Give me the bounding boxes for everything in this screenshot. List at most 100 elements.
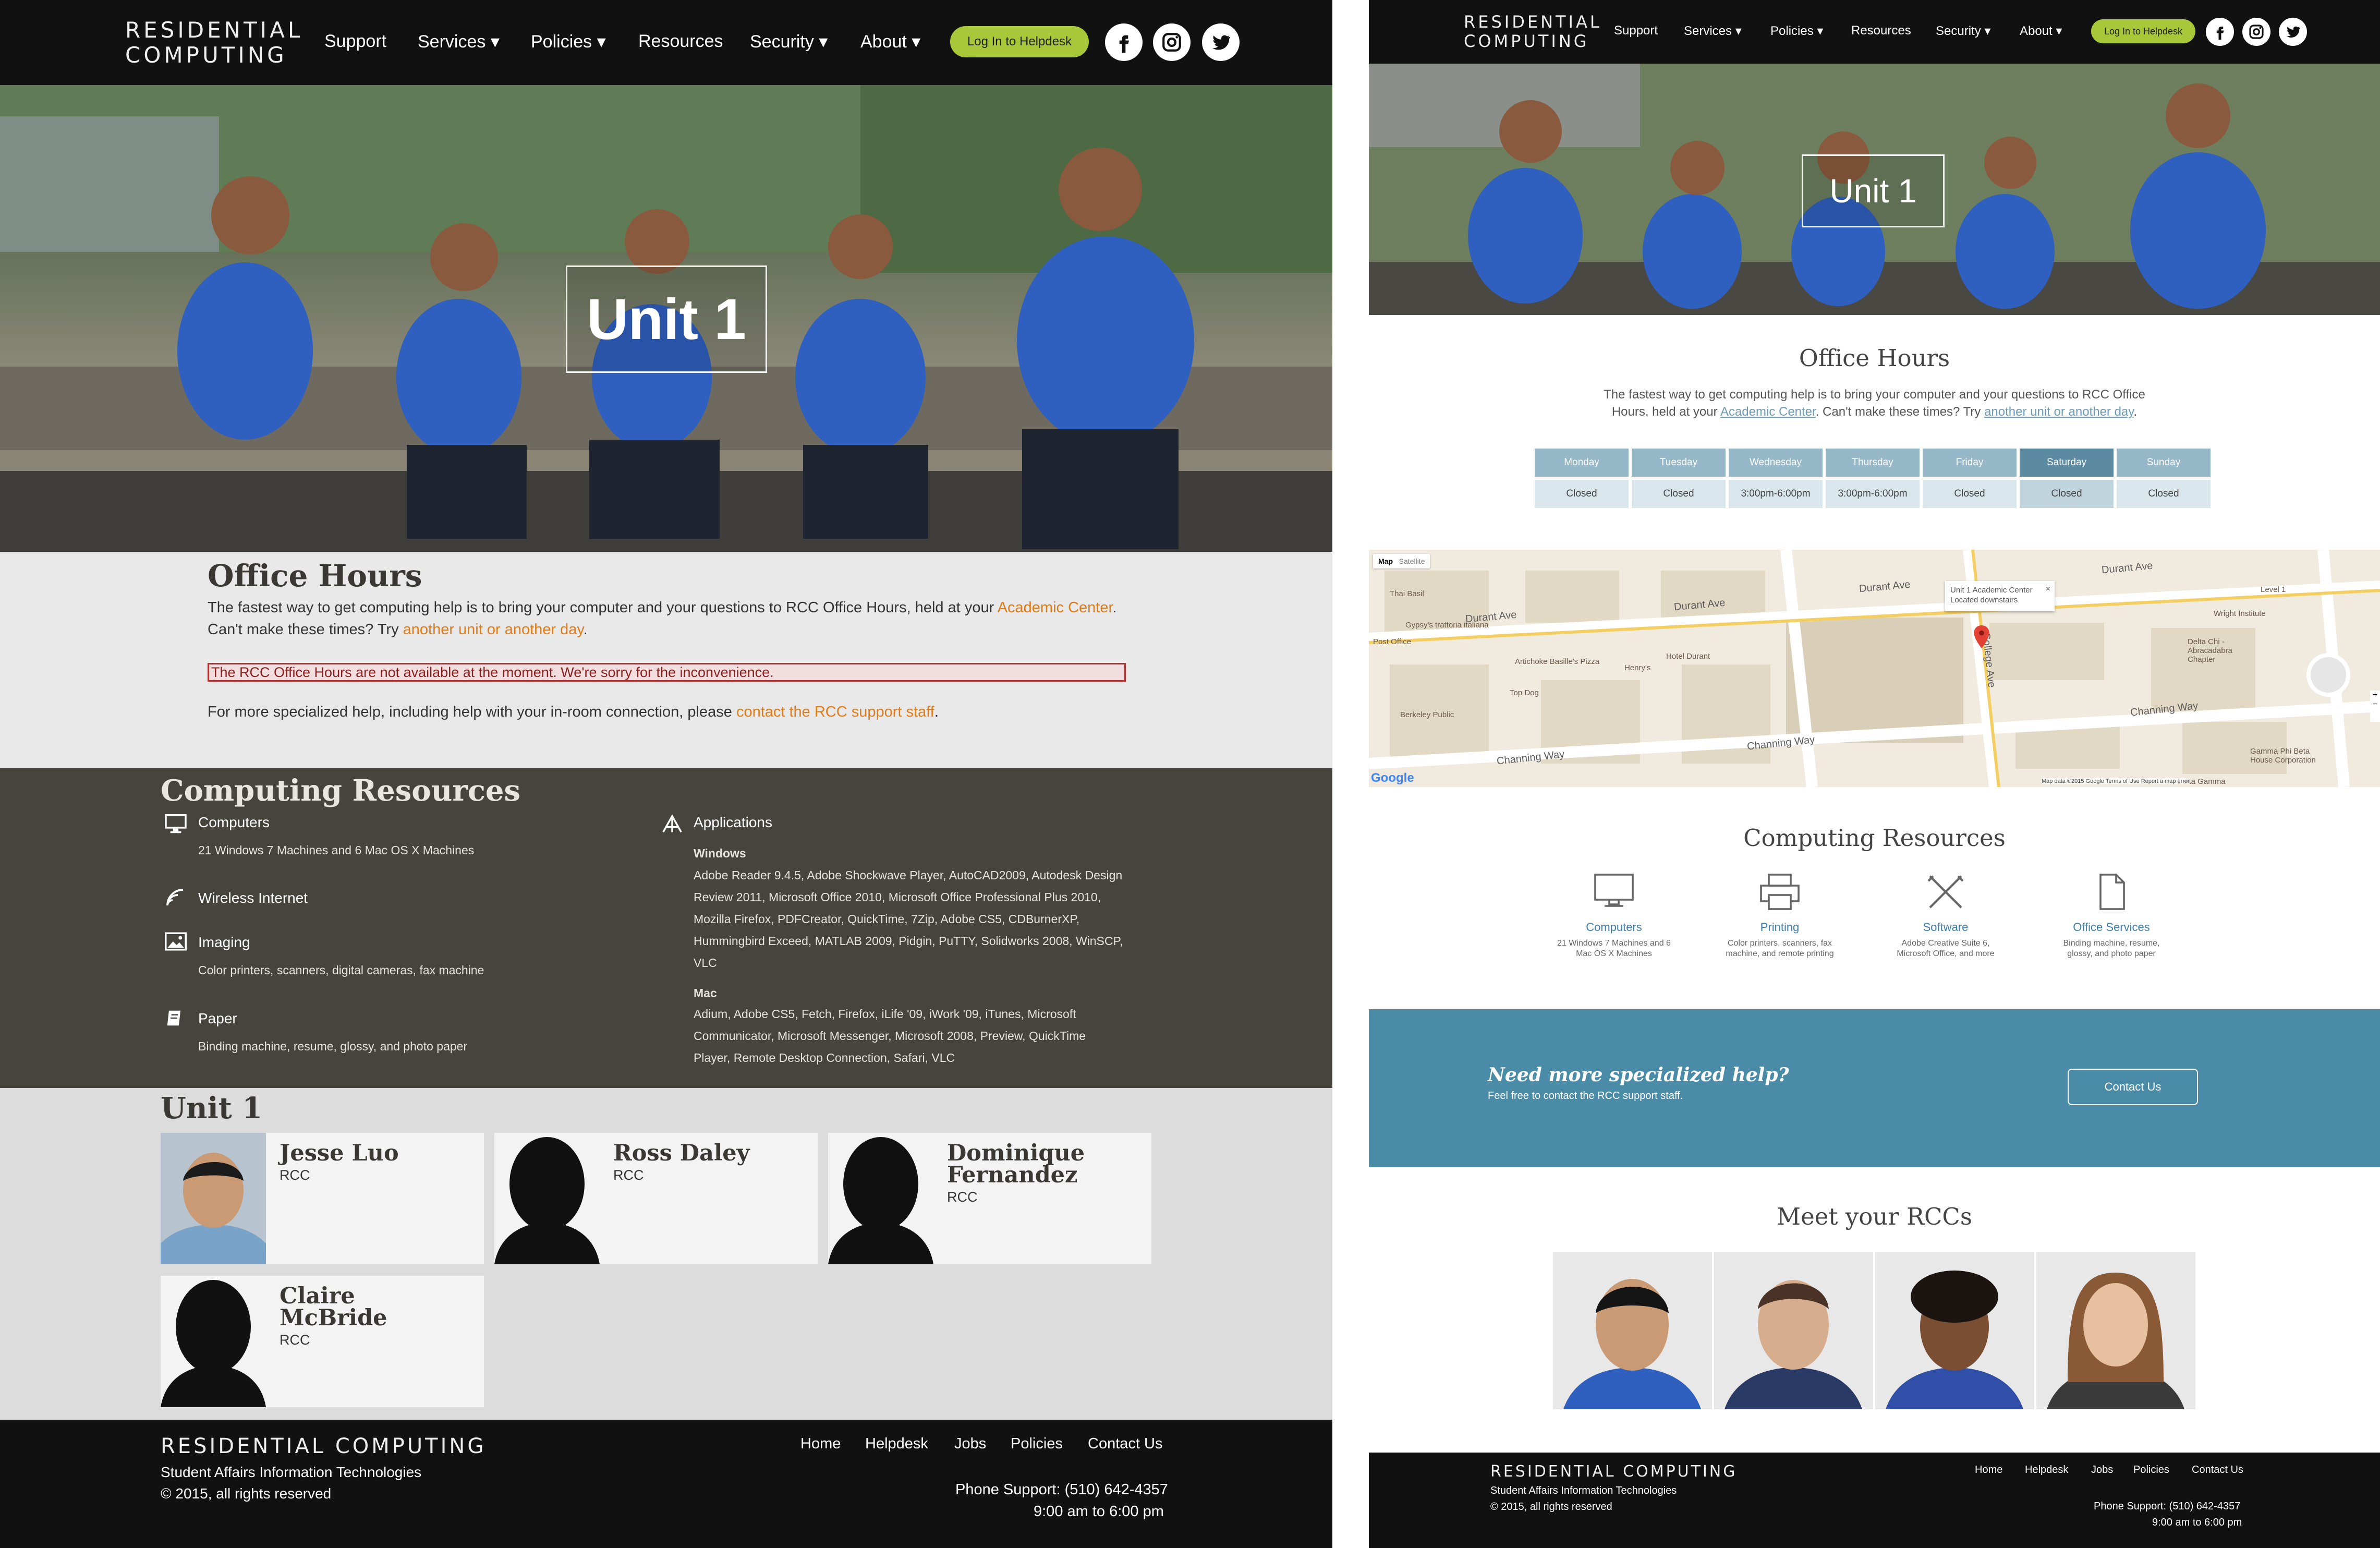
footer-logo[interactable]: RESIDENTIAL COMPUTING: [1490, 1462, 1738, 1481]
site-logo[interactable]: RESIDENTIAL COMPUTING: [1464, 13, 1602, 51]
staff-role: RCC: [280, 1167, 310, 1183]
footer-link-jobs[interactable]: Jobs: [954, 1435, 986, 1453]
mac-apps-list: Adium, Adobe CS5, Fetch, Firefox, iLife …: [694, 1007, 1086, 1065]
footer-link-contact[interactable]: Contact Us: [2192, 1464, 2243, 1476]
footer-link-contact[interactable]: Contact Us: [1088, 1435, 1162, 1453]
rcc-photo[interactable]: [1875, 1252, 2034, 1409]
nav-support[interactable]: Support: [324, 31, 386, 52]
hero-title: Unit 1: [1802, 154, 1945, 227]
close-icon[interactable]: ×: [2046, 584, 2050, 594]
staff-photo: [161, 1133, 266, 1264]
twitter-icon[interactable]: [2279, 18, 2307, 46]
staff-card[interactable]: Ross Daley RCC: [494, 1133, 818, 1264]
nav-about[interactable]: About ▾: [860, 31, 920, 52]
map-type-toggle[interactable]: Map Satellite: [1373, 554, 1430, 569]
footer-org: Student Affairs Information Technologies: [161, 1464, 422, 1480]
meet-rccs-heading: Meet your RCCs: [1777, 1203, 1972, 1230]
academic-center-link[interactable]: Academic Center: [1720, 405, 1816, 419]
day-hours: Closed: [1535, 480, 1629, 508]
day-header: Monday: [1535, 449, 1629, 477]
staff-card[interactable]: Dominique Fernandez RCC: [828, 1133, 1151, 1264]
footer-link-home[interactable]: Home: [800, 1435, 841, 1453]
staff-role: RCC: [280, 1332, 310, 1348]
footer-link-jobs[interactable]: Jobs: [2091, 1464, 2113, 1476]
resource-office-services[interactable]: Office Services Binding machine, resume,…: [2007, 873, 2216, 959]
map-info-window[interactable]: Unit 1 Academic Center Located downstairs…: [1945, 581, 2055, 611]
footer-link-policies[interactable]: Policies: [2133, 1464, 2169, 1476]
day-hours: Closed: [1632, 480, 1726, 508]
day-header: Wednesday: [1729, 449, 1823, 477]
nav-resources[interactable]: Resources: [1851, 23, 1911, 38]
location-map[interactable]: Map Satellite Durant Ave Durant Ave Dura…: [1369, 550, 2380, 787]
wireless-icon: [166, 889, 184, 906]
cta-subtitle: Feel free to contact the RCC support sta…: [1488, 1090, 1683, 1102]
day-header: Thursday: [1826, 449, 1920, 477]
google-logo: Google: [1371, 771, 1414, 785]
nav-about[interactable]: About ▾: [2020, 23, 2062, 39]
nav-support[interactable]: Support: [1614, 23, 1658, 38]
windows-apps-list: Adobe Reader 9.4.5, Adobe Shockwave Play…: [694, 868, 1123, 970]
monitor-icon: [165, 814, 187, 833]
footer-logo[interactable]: RESIDENTIAL COMPUTING: [161, 1434, 486, 1458]
computing-resources-section: Computing Resources Computers 21 Windows…: [0, 768, 1332, 1088]
twitter-icon[interactable]: [1202, 23, 1240, 61]
day-hours: Closed: [2117, 480, 2211, 508]
another-unit-link[interactable]: another unit or another day: [403, 621, 584, 638]
footer-phone: Phone Support: (510) 642-4357: [955, 1481, 1168, 1498]
helpdesk-login-button[interactable]: Log In to Helpdesk: [950, 26, 1089, 57]
footer-link-policies[interactable]: Policies: [1011, 1435, 1063, 1453]
staff-card[interactable]: Claire McBride RCC: [161, 1276, 484, 1407]
day-header: Sunday: [2117, 449, 2211, 477]
contact-us-button[interactable]: Contact Us: [2068, 1069, 2198, 1105]
rcc-photo[interactable]: [2036, 1252, 2195, 1409]
map-pin-icon[interactable]: [1974, 625, 1989, 648]
instagram-icon[interactable]: [1153, 23, 1191, 61]
facebook-icon[interactable]: [2206, 18, 2234, 46]
academic-center-link[interactable]: Academic Center: [998, 599, 1113, 616]
day-hours: 3:00pm-6:00pm: [1729, 480, 1823, 508]
nav-policies[interactable]: Policies ▾: [1770, 23, 1823, 39]
paper-detail: Binding machine, resume, glossy, and pho…: [198, 1039, 468, 1053]
rcc-photo[interactable]: [1714, 1252, 1873, 1409]
site-footer: RESIDENTIAL COMPUTING Student Affairs In…: [0, 1420, 1332, 1548]
map-poi: Hotel Durant: [1666, 652, 1710, 661]
nav-services[interactable]: Services ▾: [1684, 23, 1742, 39]
helpdesk-login-button[interactable]: Log In to Helpdesk: [2091, 19, 2195, 43]
nav-security[interactable]: Security ▾: [1936, 23, 1990, 39]
footer-link-helpdesk[interactable]: Helpdesk: [2025, 1464, 2068, 1476]
another-unit-link[interactable]: another unit or another day: [1984, 405, 2133, 419]
facebook-icon[interactable]: [1105, 23, 1143, 61]
nav-resources[interactable]: Resources: [638, 31, 723, 52]
map-attribution[interactable]: Map data ©2015 Google Terms of Use Repor…: [2042, 778, 2190, 784]
nav-services[interactable]: Services ▾: [418, 31, 500, 52]
day-header: Tuesday: [1632, 449, 1726, 477]
site-logo[interactable]: RESIDENTIAL COMPUTING: [125, 17, 303, 68]
hero-title: Unit 1: [566, 265, 767, 373]
day-header: Friday: [1923, 449, 2017, 477]
image-icon: [165, 932, 187, 951]
left-page-version: RESIDENTIAL COMPUTING Support Services ▾ …: [0, 0, 1332, 1548]
map-poi: Level 1: [2261, 585, 2286, 594]
instagram-icon[interactable]: [2242, 18, 2270, 46]
computers-detail: 21 Windows 7 Machines and 6 Mac OS X Mac…: [198, 843, 475, 857]
footer-link-helpdesk[interactable]: Helpdesk: [865, 1435, 928, 1453]
unit-staff-section: Unit 1 Jesse Luo RCC Ross Daley RCC Domi…: [0, 1088, 1332, 1420]
computing-resources-heading: Computing Resources: [1743, 824, 2006, 852]
contact-support-link[interactable]: contact the RCC support staff: [736, 704, 934, 720]
specialized-help-banner: Need more specialized help? Feel free to…: [1369, 1009, 2380, 1167]
footer-phone: Phone Support: (510) 642-4357: [2094, 1501, 2241, 1512]
staff-card[interactable]: Jesse Luo RCC: [161, 1133, 484, 1264]
map-zoom-controls[interactable]: + −: [2370, 691, 2380, 722]
office-hours-heading: Office Hours: [208, 558, 422, 594]
footer-link-home[interactable]: Home: [1975, 1464, 2002, 1476]
staff-role: RCC: [613, 1167, 644, 1183]
nav-security[interactable]: Security ▾: [750, 31, 828, 52]
nav-policies[interactable]: Policies ▾: [531, 31, 606, 52]
imaging-detail: Color printers, scanners, digital camera…: [198, 963, 484, 977]
footer-hours: 9:00 am to 6:00 pm: [1034, 1503, 1164, 1520]
silhouette-icon: [828, 1133, 933, 1264]
silhouette-icon: [494, 1133, 600, 1264]
top-navbar: RESIDENTIAL COMPUTING Support Services ▾ …: [0, 0, 1332, 85]
hero-banner: Unit 1: [1369, 64, 2380, 315]
rcc-photo[interactable]: [1553, 1252, 1712, 1409]
